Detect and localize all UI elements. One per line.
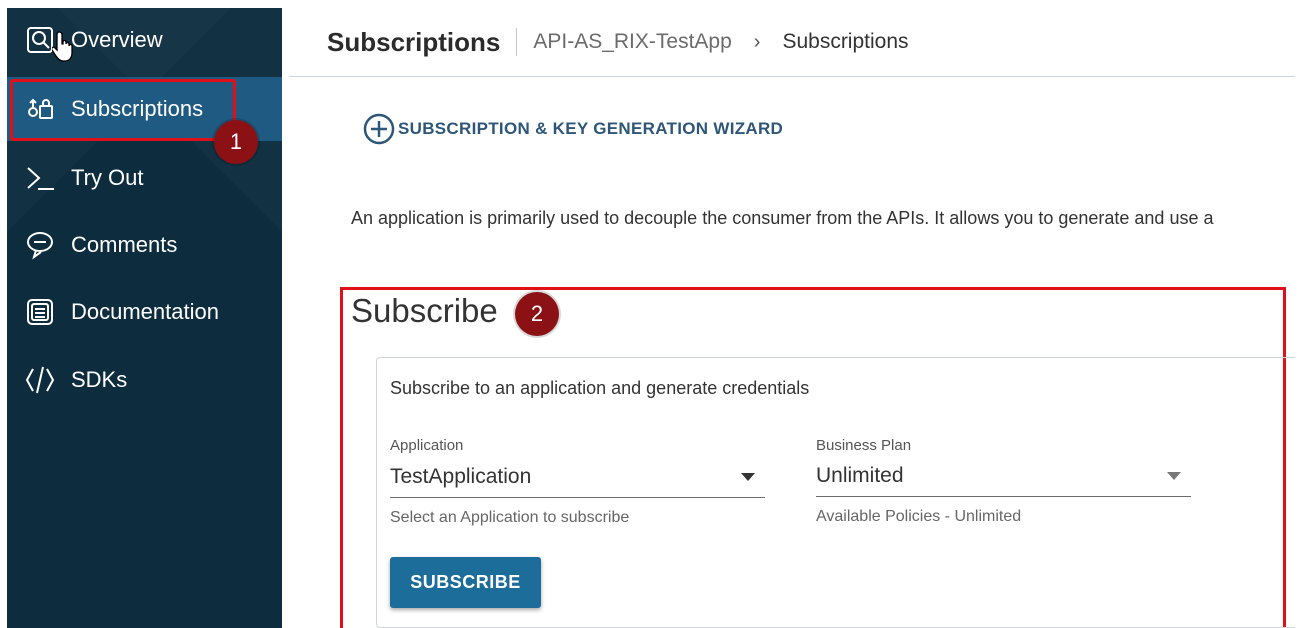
sidebar: Overview Subscriptions Try Out Comments … xyxy=(7,8,282,628)
business-plan-select[interactable]: Unlimited xyxy=(816,456,1191,497)
application-description: An application is primarily used to deco… xyxy=(351,208,1214,228)
sidebar-item-overview[interactable]: Overview xyxy=(7,8,282,72)
subscribe-caption: Subscribe to an application and generate… xyxy=(390,378,810,398)
breadcrumb-api[interactable]: API-AS_RIX-TestApp xyxy=(533,30,731,54)
application-select[interactable]: TestApplication xyxy=(390,457,765,498)
callout-badge-2: 2 xyxy=(515,292,559,336)
subscribe-button[interactable]: SUBSCRIBE xyxy=(390,557,541,608)
page-title: Subscriptions xyxy=(327,26,501,57)
breadcrumb-current: Subscriptions xyxy=(782,30,909,53)
business-plan-label: Business Plan xyxy=(816,437,912,454)
page-header: Subscriptions API-AS_RIX-TestApp › Subsc… xyxy=(289,8,1295,77)
application-hint: Select an Application to subscribe xyxy=(390,509,630,526)
plus-circle-icon xyxy=(363,113,395,145)
subscriptions-icon xyxy=(23,92,57,126)
sidebar-item-label: Try Out xyxy=(71,165,144,190)
subscribe-heading: Subscribe xyxy=(351,292,498,329)
document-icon xyxy=(23,295,57,329)
dropdown-arrow-icon xyxy=(1167,472,1181,480)
application-value: TestApplication xyxy=(390,465,532,488)
business-plan-hint: Available Policies - Unlimited xyxy=(816,508,1022,525)
sidebar-item-label: Overview xyxy=(71,27,163,52)
sidebar-item-label: SDKs xyxy=(71,367,128,392)
header-divider xyxy=(516,28,518,56)
application-label: Application xyxy=(390,437,464,454)
sidebar-item-sdks[interactable]: SDKs xyxy=(7,348,282,412)
sidebar-item-comments[interactable]: Comments xyxy=(7,213,282,277)
comment-icon xyxy=(23,228,57,262)
code-icon xyxy=(23,363,57,397)
sidebar-item-label: Comments xyxy=(71,232,178,257)
hand-cursor-icon xyxy=(52,31,73,62)
callout-badge-1: 1 xyxy=(214,120,258,164)
dropdown-arrow-icon xyxy=(741,473,755,481)
sidebar-item-label: Documentation xyxy=(71,299,219,324)
terminal-icon xyxy=(23,161,57,195)
business-plan-value: Unlimited xyxy=(816,464,904,487)
sidebar-item-label: Subscriptions xyxy=(71,96,204,121)
sidebar-item-documentation[interactable]: Documentation xyxy=(7,280,282,344)
chevron-right-icon: › xyxy=(753,30,761,53)
key-generation-wizard-link[interactable]: SUBSCRIPTION & KEY GENERATION WIZARD xyxy=(362,112,783,146)
wizard-label: SUBSCRIPTION & KEY GENERATION WIZARD xyxy=(398,119,784,138)
